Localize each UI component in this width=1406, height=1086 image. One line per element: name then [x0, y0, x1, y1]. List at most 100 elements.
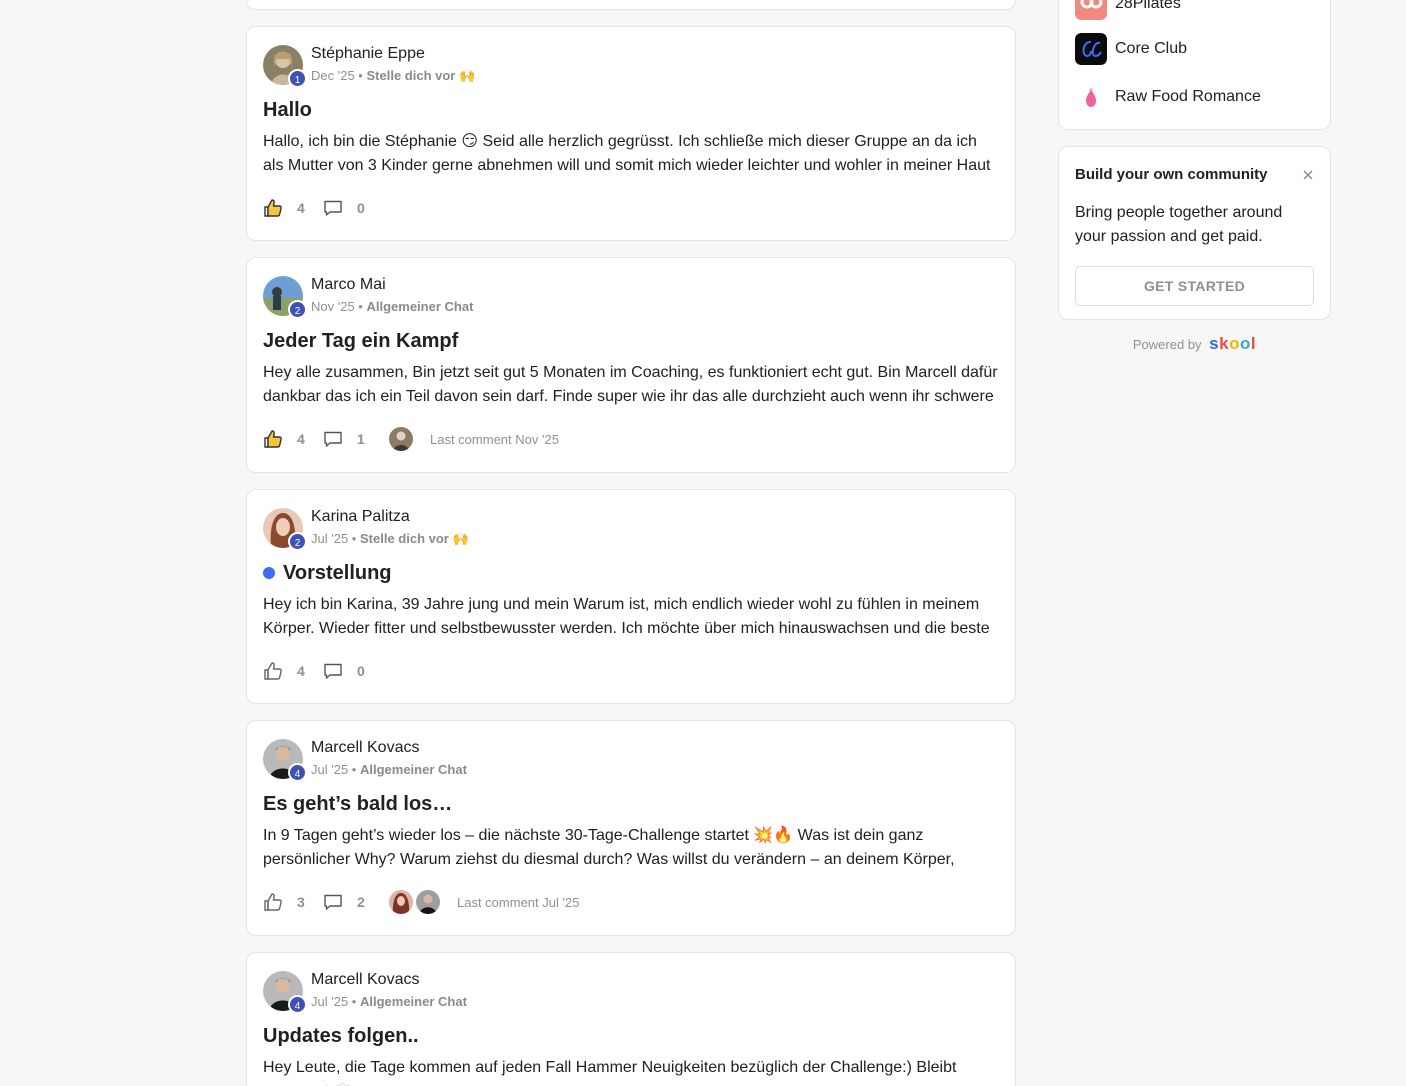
author-name[interactable]: Marco Mai [311, 275, 999, 295]
meta-separator: • [358, 299, 363, 314]
like-icon[interactable] [263, 892, 283, 912]
post-header: 1 Stéphanie Eppe Dec '25 • Stelle dich v… [263, 44, 999, 88]
meta-separator: • [351, 762, 357, 777]
last-comment-time: Last comment Nov '25 [430, 431, 559, 447]
meta-separator: • [351, 531, 357, 546]
comment-count: 0 [357, 663, 365, 679]
post-body: Hallo, ich bin die Stéphanie 😏 Seid alle… [263, 133, 991, 174]
post-category[interactable]: Allgemeiner Chat [360, 762, 467, 777]
post-title[interactable]: Jeder Tag ein Kampf [263, 329, 999, 353]
like-icon[interactable] [263, 429, 283, 449]
build-community-text: Bring people together around your passio… [1075, 204, 1283, 245]
build-community-title: Build your own community [1075, 166, 1268, 183]
comments-button[interactable]: 1 [323, 429, 373, 449]
post-header: 2 Marco Mai Nov '25 • Allgemeiner Chat [263, 275, 999, 319]
comment-icon [323, 198, 343, 218]
post-category[interactable]: Stelle dich vor 🙌 [360, 531, 469, 546]
post-title-text: Hallo [263, 99, 312, 121]
get-started-button[interactable]: GET STARTED [1075, 266, 1314, 306]
like-icon[interactable] [263, 198, 283, 218]
post-title[interactable]: Updates folgen.. [263, 1024, 999, 1048]
post-title[interactable]: Hallo [263, 98, 999, 122]
author-name[interactable]: Stéphanie Eppe [311, 44, 999, 64]
commenter-avatar[interactable] [389, 890, 413, 914]
post-meta: Jul '25 • Allgemeiner Chat [311, 761, 999, 779]
post-actions: 4 0 [263, 196, 999, 220]
post-body: In 9 Tagen geht’s wieder los – die nächs… [263, 827, 955, 868]
core-club-logo-icon [1075, 33, 1107, 65]
group-link[interactable]: Raw Food Romance [1075, 81, 1261, 113]
comments-button[interactable]: 0 [323, 198, 373, 218]
post-date: Dec '25 [311, 68, 355, 83]
post-meta: Jul '25 • Stelle dich vor 🙌 [311, 530, 999, 548]
commenter-avatars [389, 427, 416, 451]
post-title-text: Es geht’s bald los… [263, 793, 453, 815]
post-body: Hey alle zusammen, Bin jetzt seit gut 5 … [263, 364, 998, 405]
post-body: Hey Leute, die Tage kommen auf jeden Fal… [263, 1059, 957, 1086]
skool-letter-o: o [1229, 334, 1240, 353]
group-link[interactable]: 28Pilates [1075, 0, 1181, 20]
like-count: 4 [297, 431, 305, 447]
skool-logo[interactable]: skool [1209, 334, 1256, 353]
post-date: Jul '25 [311, 531, 349, 546]
post-card[interactable]: 2 Marco Mai Nov '25 • Allgemeiner Chat J… [246, 257, 1016, 473]
like-icon[interactable] [263, 661, 283, 681]
unread-dot [263, 567, 275, 579]
level-badge: 2 [288, 300, 307, 319]
post-date: Jul '25 [311, 994, 349, 1009]
commenter-avatar[interactable] [416, 890, 440, 914]
group-name: 28Pilates [1115, 0, 1181, 12]
post-actions: 3 2 Last comment Jul '25 [263, 890, 999, 914]
comment-count: 2 [357, 894, 365, 910]
28pilates-logo-icon [1075, 0, 1107, 20]
skool-letter-l: l [1250, 334, 1257, 353]
group-link[interactable]: Core Club [1075, 33, 1187, 65]
post-card[interactable]: 4 Marcell Kovacs Jul '25 • Allgemeiner C… [246, 952, 1016, 1086]
post-card[interactable]: 1 Stéphanie Eppe Dec '25 • Stelle dich v… [246, 26, 1016, 241]
post-category[interactable]: Stelle dich vor 🙌 [366, 68, 475, 83]
post-meta: Jul '25 • Allgemeiner Chat [311, 993, 999, 1011]
comment-count: 1 [357, 431, 365, 447]
comments-button[interactable]: 0 [323, 661, 373, 681]
post-date: Nov '25 [311, 299, 355, 314]
build-community-card: Build your own community Bring people to… [1058, 146, 1331, 320]
last-comment-time: Last comment Jul '25 [457, 894, 580, 910]
comment-icon [323, 429, 343, 449]
close-icon[interactable] [1302, 168, 1314, 180]
post-category[interactable]: Allgemeiner Chat [366, 299, 473, 314]
post-title-text: Updates folgen.. [263, 1025, 419, 1047]
like-count: 4 [297, 200, 305, 216]
author-name[interactable]: Karina Palitza [311, 507, 999, 527]
post-title[interactable]: Es geht’s bald los… [263, 792, 999, 816]
post-header: 4 Marcell Kovacs Jul '25 • Allgemeiner C… [263, 970, 999, 1014]
comment-count: 0 [357, 200, 365, 216]
post-card[interactable]: 2 Karina Palitza Jul '25 • Stelle dich v… [246, 489, 1016, 704]
commenter-avatar[interactable] [389, 427, 413, 451]
author-name[interactable]: Marcell Kovacs [311, 738, 999, 758]
post-date: Jul '25 [311, 762, 349, 777]
groups-card: 28Pilates Core Club Raw Food Romance [1058, 0, 1331, 130]
post-card[interactable]: 4 Marcell Kovacs Jul '25 • Allgemeiner C… [246, 720, 1016, 936]
powered-by-text: Powered by [1132, 337, 1202, 352]
post-category[interactable]: Allgemeiner Chat [360, 994, 467, 1009]
raw-food-romance-logo-icon [1075, 81, 1107, 113]
post-meta: Nov '25 • Allgemeiner Chat [311, 298, 999, 316]
level-badge: 4 [288, 763, 307, 782]
like-count: 4 [297, 663, 305, 679]
group-name: Raw Food Romance [1115, 88, 1261, 105]
post-meta: Dec '25 • Stelle dich vor 🙌 [311, 67, 999, 85]
meta-separator: • [358, 68, 363, 83]
level-badge: 1 [288, 69, 307, 88]
previous-post-card[interactable] [246, 0, 1016, 10]
post-actions: 4 0 [263, 659, 999, 683]
skool-letter-k: k [1219, 334, 1230, 353]
comment-icon [323, 892, 343, 912]
post-title-text: Vorstellung [283, 562, 392, 584]
skool-letter-s: s [1209, 334, 1220, 353]
post-title[interactable]: Vorstellung [263, 561, 999, 585]
comments-button[interactable]: 2 [323, 892, 373, 912]
skool-letter-o2: o [1239, 334, 1251, 353]
author-name[interactable]: Marcell Kovacs [311, 970, 999, 990]
commenter-avatars [389, 890, 443, 914]
post-body: Hey ich bin Karina, 39 Jahre jung und me… [263, 596, 990, 637]
